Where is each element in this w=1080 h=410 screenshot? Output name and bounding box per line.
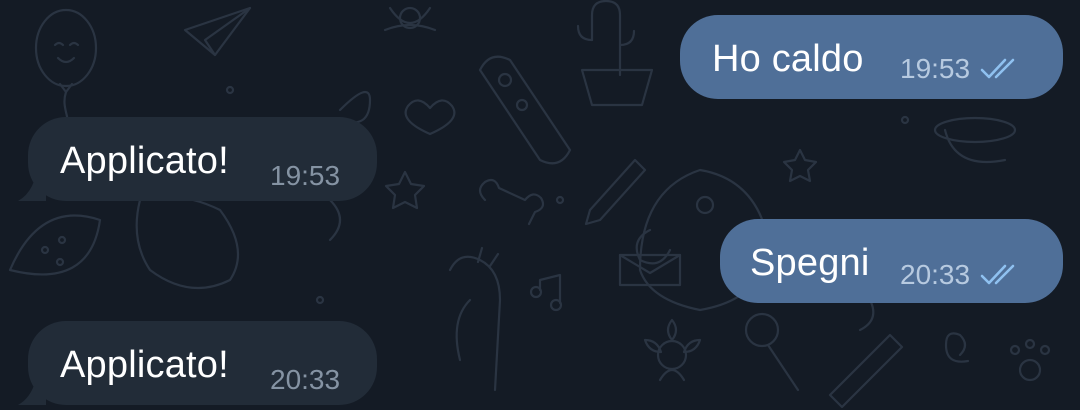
message-text: Applicato! bbox=[60, 344, 229, 386]
chat-view: Ho caldo 19:53 Applicato! 19:53 Spegni 2… bbox=[0, 0, 1080, 410]
double-check-icon bbox=[980, 58, 1015, 79]
message-time: 19:53 bbox=[270, 160, 341, 191]
message-meta: 19:53 bbox=[900, 55, 1024, 83]
dot-doodle bbox=[225, 85, 235, 95]
message-time: 20:33 bbox=[270, 364, 341, 395]
bubble-tail-incoming bbox=[18, 365, 46, 405]
message-bubble-outgoing[interactable]: Spegni 20:33 bbox=[720, 219, 1063, 303]
candy-doodle bbox=[828, 333, 904, 409]
message-meta: 20:33 bbox=[270, 366, 340, 394]
pencil-doodle bbox=[584, 158, 647, 226]
heart-doodle bbox=[404, 99, 456, 136]
dot-doodle-2 bbox=[315, 295, 325, 305]
double-check-icon bbox=[980, 264, 1015, 285]
message-time: 19:53 bbox=[900, 53, 971, 84]
star-doodle bbox=[384, 170, 426, 210]
bubble-tail-incoming bbox=[18, 161, 46, 201]
paper-plane-doodle bbox=[183, 6, 252, 57]
message-bubble-incoming[interactable]: Applicato! 20:33 bbox=[28, 321, 377, 405]
swirl-doodle bbox=[944, 332, 970, 363]
bone-doodle bbox=[478, 178, 545, 226]
hat-doodle bbox=[933, 116, 1017, 164]
paw-doodle bbox=[1009, 338, 1051, 382]
star-doodle-2 bbox=[782, 148, 818, 183]
llama-doodle bbox=[448, 246, 502, 392]
bear-doodle bbox=[135, 195, 240, 290]
tube-doodle bbox=[478, 55, 572, 165]
message-meta: 20:33 bbox=[900, 261, 1024, 289]
message-meta: 19:53 bbox=[270, 162, 340, 190]
message-text: Spegni bbox=[750, 242, 870, 284]
flower-doodle bbox=[383, 6, 437, 32]
cactus-doodle bbox=[576, 0, 654, 107]
dot-doodle-4 bbox=[555, 195, 565, 205]
watermelon-doodle bbox=[8, 214, 102, 276]
message-text: Ho caldo bbox=[712, 38, 864, 80]
dot-doodle-3 bbox=[900, 115, 910, 125]
message-time: 20:33 bbox=[900, 259, 971, 290]
music-note-doodle bbox=[529, 273, 563, 312]
daisy-doodle bbox=[643, 318, 702, 382]
lollipop-doodle bbox=[744, 312, 800, 392]
message-bubble-incoming[interactable]: Applicato! 19:53 bbox=[28, 117, 377, 201]
message-text: Applicato! bbox=[60, 140, 229, 182]
message-bubble-outgoing[interactable]: Ho caldo 19:53 bbox=[680, 15, 1063, 99]
